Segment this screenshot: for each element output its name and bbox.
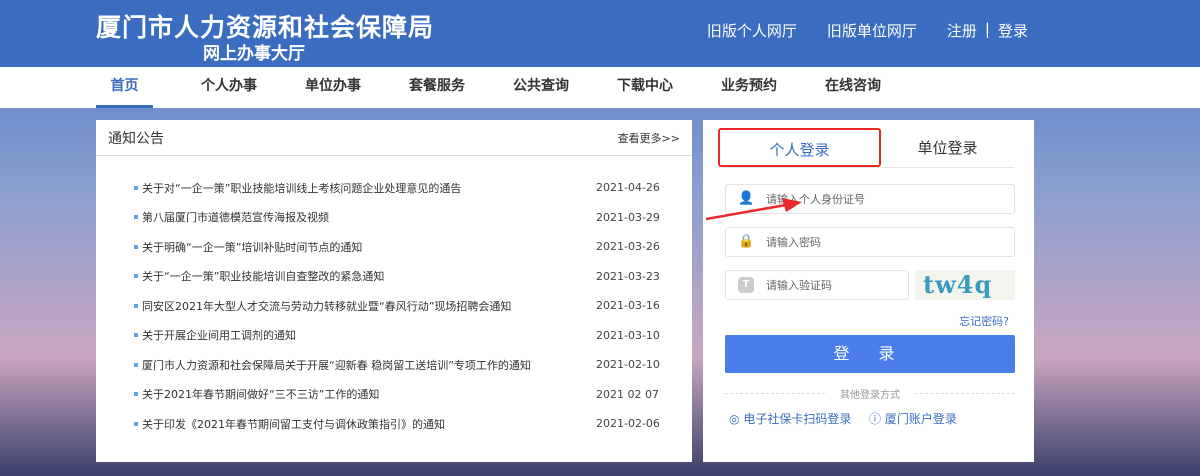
captcha-image[interactable]: tw4q [915,270,1015,300]
notice-panel: 通知公告 查看更多>> 关于对“一企一策”职业技能培训线上考核问题企业处理意见的… [96,120,692,462]
notice-list: 关于对“一企一策”职业技能培训线上考核问题企业处理意见的通告 2021-04-26… [96,156,692,439]
notice-item-date: 2021-03-23 [596,269,660,283]
notice-item-title[interactable]: 第八届厦门市道德模范宣传海报及视频 [142,209,596,225]
login-link[interactable]: 登录 [998,20,1028,41]
tab-unit-login[interactable]: 单位登录 [881,128,1014,167]
social-card-login-label: 电子社保卡扫码登录 [743,412,852,426]
login-button[interactable]: 登 录 [725,335,1015,373]
notice-item-title[interactable]: 关于印发《2021年春节期间留工支付与调休政策指引》的通知 [142,416,596,432]
old-personal-link[interactable]: 旧版个人网厅 [707,20,797,41]
bullet-icon [134,392,138,397]
notice-item[interactable]: 第八届厦门市道德模范宣传海报及视频 2021-03-29 [96,203,692,233]
tab-personal-login[interactable]: 个人登录 [718,128,881,167]
register-link[interactable]: 注册 [947,20,977,41]
notice-item[interactable]: 同安区2021年大型人才交流与劳动力转移就业暨“春风行动”现场招聘会通知 2021… [96,291,692,321]
login-tabs: 个人登录 单位登录 [718,128,1014,168]
bullet-icon [134,244,138,249]
xiamen-account-login-label: 厦门账户登录 [884,412,957,426]
bullet-icon [134,215,138,220]
nav-appointment[interactable]: 业务预约 [697,67,801,108]
notice-item-date: 2021-03-10 [596,328,660,342]
captcha-input[interactable]: T 请输入验证码 [725,270,909,300]
notice-item-date: 2021-03-16 [596,299,660,313]
shield-icon: T [738,277,754,293]
social-card-login[interactable]: ◎ 电子社保卡扫码登录 [729,410,851,427]
red-arrow-annotation [706,198,802,221]
lock-icon: 🔒 [738,234,755,249]
password-placeholder: 请输入密码 [766,236,821,249]
notice-item-date: 2021-04-26 [596,181,660,195]
login-panel: 个人登录 单位登录 👤 请输入个人身份证号 🔒 请输入密码 T 请输入验证码 t… [703,120,1034,462]
notice-item-date: 2021-02-10 [596,358,660,372]
notice-title: 通知公告 [108,130,164,147]
nav-download[interactable]: 下载中心 [593,67,697,108]
captcha-placeholder: 请输入验证码 [766,279,832,292]
header: 厦门市人力资源和社会保障局 网上办事大厅 旧版个人网厅 旧版单位网厅 注册 | … [0,0,1200,67]
forgot-password-link[interactable]: 忘记密码? [959,313,1009,329]
old-unit-link[interactable]: 旧版单位网厅 [827,20,917,41]
bullet-icon [134,362,138,367]
notice-item[interactable]: 关于2021年春节期间做好“三不三访”工作的通知 2021 02 07 [96,380,692,410]
notice-item-date: 2021-03-26 [596,240,660,254]
nav-home[interactable]: 首页 [96,67,153,108]
bullet-icon [134,303,138,308]
notice-item-title[interactable]: 关于“一企一策”职业技能培训自查整改的紧急通知 [142,268,596,284]
notice-item[interactable]: 关于“一企一策”职业技能培训自查整改的紧急通知 2021-03-23 [96,262,692,292]
notice-item-title[interactable]: 同安区2021年大型人才交流与劳动力转移就业暨“春风行动”现场招聘会通知 [142,298,596,314]
bullet-icon [134,185,138,190]
notice-item-title[interactable]: 关于开展企业间用工调剂的通知 [142,327,596,343]
notice-item-date: 2021-03-29 [596,210,660,224]
notice-item[interactable]: 关于印发《2021年春节期间留工支付与调休政策指引》的通知 2021-02-06 [96,409,692,439]
bullet-icon [134,421,138,426]
top-links: 旧版个人网厅 旧版单位网厅 注册 | 登录 [677,20,1028,41]
notice-item-date: 2021-02-06 [596,417,660,431]
nav-personal[interactable]: 个人办事 [177,67,281,108]
info-icon: ⓘ [869,412,882,426]
nav-consult[interactable]: 在线咨询 [801,67,905,108]
site-subtitle: 网上办事大厅 [203,44,305,64]
xiamen-account-login[interactable]: ⓘ 厦门账户登录 [869,410,957,427]
notice-item[interactable]: 厦门市人力资源和社会保障局关于开展“迎新春 稳岗留工送培训”专项工作的通知 202… [96,350,692,380]
other-login-label: 其他登录方式 [725,386,1015,401]
bullet-icon [134,333,138,338]
notice-item[interactable]: 关于开展企业间用工调剂的通知 2021-03-10 [96,321,692,351]
notice-item-date: 2021 02 07 [596,387,659,401]
more-link[interactable]: 查看更多>> [618,130,680,146]
notice-item[interactable]: 关于明确“一企一策”培训补贴时间节点的通知 2021-03-26 [96,232,692,262]
nav-query[interactable]: 公共查询 [489,67,593,108]
nav-package[interactable]: 套餐服务 [385,67,489,108]
password-input[interactable]: 🔒 请输入密码 [725,227,1015,257]
separator: | [984,20,990,38]
notice-item-title[interactable]: 关于明确“一企一策”培训补贴时间节点的通知 [142,239,596,255]
notice-item-title[interactable]: 关于对“一企一策”职业技能培训线上考核问题企业处理意见的通告 [142,180,596,196]
notice-item[interactable]: 关于对“一企一策”职业技能培训线上考核问题企业处理意见的通告 2021-04-26 [96,173,692,203]
notice-header: 通知公告 查看更多>> [96,120,692,156]
notice-item-title[interactable]: 关于2021年春节期间做好“三不三访”工作的通知 [142,386,596,402]
notice-item-title[interactable]: 厦门市人力资源和社会保障局关于开展“迎新春 稳岗留工送培训”专项工作的通知 [142,357,596,373]
nav-unit[interactable]: 单位办事 [281,67,385,108]
qr-icon: ◎ [729,412,740,426]
bullet-icon [134,274,138,279]
main-nav: 首页 个人办事 单位办事 套餐服务 公共查询 下载中心 业务预约 在线咨询 [0,67,1200,108]
